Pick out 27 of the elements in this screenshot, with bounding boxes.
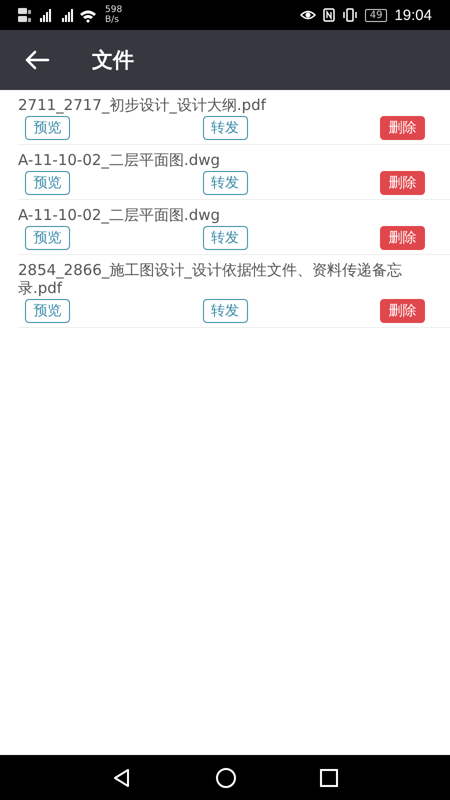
net-speed-unit: B/s — [105, 15, 120, 25]
page-title: 文件 — [92, 47, 134, 74]
forward-button[interactable]: 转发 — [202, 226, 248, 250]
vibrate-icon — [342, 8, 358, 22]
preview-button[interactable]: 预览 — [25, 171, 70, 195]
preview-button[interactable]: 预览 — [25, 226, 70, 250]
forward-button[interactable]: 转发 — [202, 116, 248, 140]
delete-button[interactable]: 删除 — [380, 226, 425, 250]
preview-button[interactable]: 预览 — [25, 116, 70, 140]
delete-button[interactable]: 删除 — [380, 116, 425, 140]
delete-button[interactable]: 删除 — [380, 171, 425, 195]
file-name: 2711_2717_初步设计_设计大纲.pdf — [18, 96, 268, 114]
forward-button[interactable]: 转发 — [202, 299, 248, 323]
file-name: A-11-10-02_二层平面图.dwg — [18, 151, 222, 169]
recents-nav-icon[interactable] — [320, 768, 338, 786]
eye-icon — [300, 9, 316, 21]
preview-button[interactable]: 预览 — [25, 299, 70, 323]
net-speed: 598 — [105, 5, 122, 15]
clock: 19:04 — [394, 6, 432, 24]
file-name: A-11-10-02_二层平面图.dwg — [18, 206, 222, 224]
home-nav-icon[interactable] — [214, 766, 237, 788]
nfc-icon — [322, 8, 335, 22]
battery-level: 49 — [364, 8, 388, 22]
delete-button[interactable]: 删除 — [380, 299, 425, 323]
back-nav-icon[interactable] — [112, 768, 132, 788]
forward-button[interactable]: 转发 — [202, 171, 248, 195]
file-name: 2854_2866_施工图设计_设计依据性文件、资料传递备忘录.pdf — [18, 261, 403, 297]
